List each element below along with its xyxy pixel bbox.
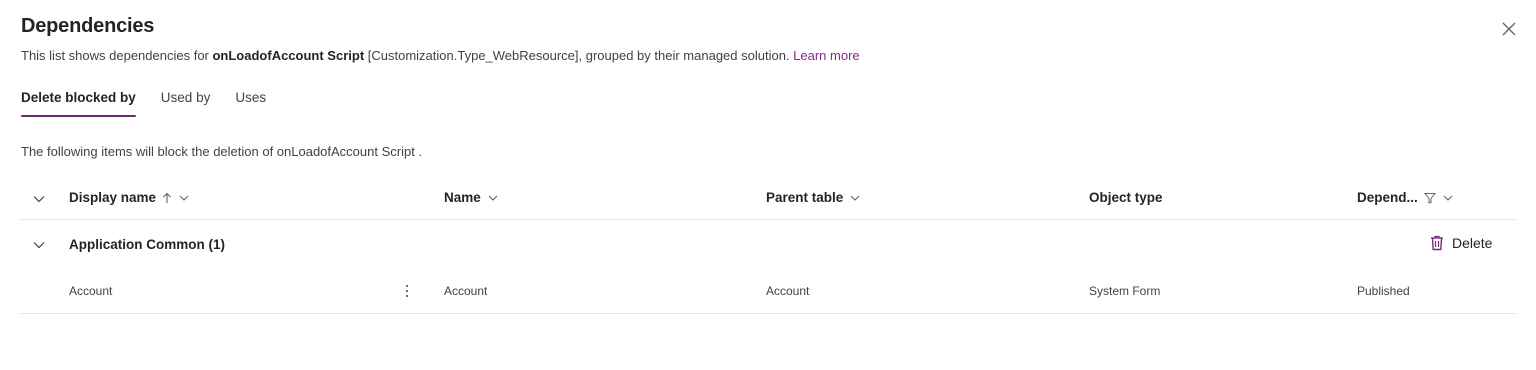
more-options-icon[interactable] — [402, 280, 412, 302]
cell-object-type: System Form — [1089, 284, 1161, 298]
dialog-title: Dependencies — [21, 15, 155, 37]
tab-delete-blocked-by[interactable]: Delete blocked by — [21, 88, 136, 118]
table-header: Display name Name Parent table Object ty… — [20, 178, 1516, 220]
column-label-dependency: Depend... — [1357, 190, 1418, 205]
trash-icon — [1431, 235, 1443, 251]
column-label-display-name: Display name — [69, 190, 157, 205]
info-text: The following items will block the delet… — [21, 144, 423, 159]
cell-dependency: Published — [1357, 284, 1410, 298]
chevron-down-icon — [488, 195, 498, 201]
cell-name: Account — [444, 284, 488, 298]
cell-parent-table: Account — [766, 284, 810, 298]
tab-used-by[interactable]: Used by — [161, 88, 211, 118]
expand-all-chevron-icon[interactable] — [32, 192, 46, 206]
cell-display-name: Account — [69, 284, 113, 298]
chevron-down-icon — [850, 195, 860, 201]
close-icon[interactable] — [1500, 20, 1518, 38]
column-header-display-name[interactable]: Display name — [69, 190, 190, 205]
filter-icon — [1423, 192, 1436, 204]
chevron-down-icon — [179, 195, 189, 201]
description-suffix: [Customization.Type_WebResource], groupe… — [364, 48, 794, 63]
sort-ascending-icon — [163, 192, 171, 203]
table-row[interactable]: Account Account Account System Form Publ… — [20, 270, 1516, 314]
column-header-name[interactable]: Name — [444, 190, 499, 205]
chevron-down-icon — [1443, 195, 1453, 201]
column-header-dependency[interactable]: Depend... — [1357, 190, 1454, 205]
tab-uses[interactable]: Uses — [235, 88, 266, 118]
group-header: Application Common (1) Delete — [20, 222, 1516, 268]
group-label: Application Common (1) — [69, 237, 225, 252]
delete-button[interactable]: Delete — [1430, 235, 1492, 251]
column-header-parent-table[interactable]: Parent table — [766, 190, 861, 205]
column-header-object-type: Object type — [1089, 190, 1163, 205]
column-label-object-type: Object type — [1089, 190, 1163, 205]
group-collapse-chevron-icon[interactable] — [32, 238, 46, 252]
description-prefix: This list shows dependencies for — [21, 48, 213, 63]
learn-more-link[interactable]: Learn more — [793, 48, 859, 63]
component-name: onLoadofAccount Script — [212, 48, 365, 63]
delete-label: Delete — [1452, 235, 1493, 251]
tab-list: Delete blocked by Used by Uses — [21, 88, 291, 120]
column-label-parent-table: Parent table — [766, 190, 844, 205]
dialog-description: This list shows dependencies for onLoado… — [21, 48, 860, 63]
column-label-name: Name — [444, 190, 481, 205]
